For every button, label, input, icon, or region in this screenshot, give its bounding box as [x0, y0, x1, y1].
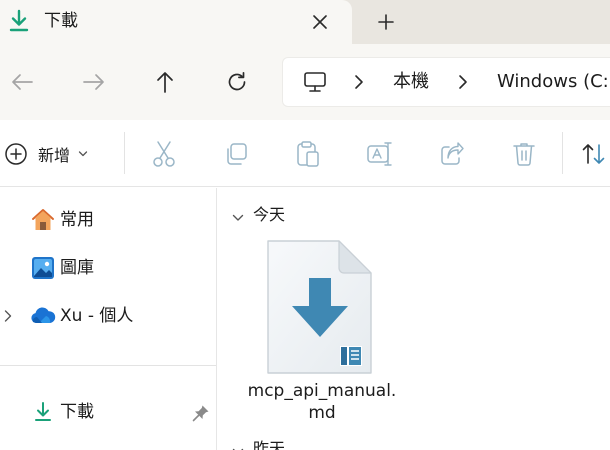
sidebar-item-downloads[interactable]: 下載	[0, 394, 216, 430]
home-icon	[30, 207, 56, 233]
tab-bar: 下載	[0, 0, 610, 44]
command-bar: 新增	[0, 120, 610, 187]
tab-title: 下載	[44, 11, 78, 31]
sidebar-item-label: Xu - 個人	[60, 306, 134, 326]
toolbar-divider	[562, 132, 563, 174]
pin-icon[interactable]	[192, 404, 210, 422]
file-name: mcp_api_manual.md	[247, 381, 397, 423]
onedrive-cloud-icon	[30, 303, 56, 329]
new-button-label: 新增	[38, 146, 71, 165]
rename-icon[interactable]	[365, 139, 395, 169]
chevron-right-icon[interactable]	[2, 308, 14, 324]
navigation-bar: 本機 Windows (C:	[0, 44, 610, 120]
address-bar[interactable]: 本機 Windows (C:	[282, 57, 610, 107]
chevron-down-icon[interactable]	[231, 443, 245, 450]
refresh-button[interactable]	[221, 66, 253, 98]
download-icon	[30, 399, 56, 425]
computer-icon[interactable]	[303, 71, 327, 93]
gallery-icon	[30, 255, 56, 281]
navigation-pane: 常用 圖庫 Xu - 個人 下載	[0, 188, 216, 450]
sidebar-item-label: 圖庫	[60, 258, 94, 278]
file-view: 今天 mcp_api_manual.md 昨天	[217, 188, 610, 450]
group-label: 今天	[253, 205, 286, 224]
up-button[interactable]	[149, 66, 181, 98]
delete-icon[interactable]	[509, 139, 539, 169]
plus-icon	[378, 14, 394, 30]
download-icon	[8, 9, 30, 33]
share-icon[interactable]	[437, 139, 467, 169]
sidebar-item-home[interactable]: 常用	[0, 202, 216, 238]
sidebar-item-gallery[interactable]: 圖庫	[0, 250, 216, 286]
breadcrumb-windows-c[interactable]: Windows (C:	[497, 70, 609, 94]
new-tab-button[interactable]	[372, 8, 400, 36]
close-icon[interactable]	[306, 8, 334, 36]
chevron-down-icon[interactable]	[231, 209, 245, 221]
cut-icon[interactable]	[149, 139, 179, 169]
sidebar-item-label: 常用	[60, 210, 94, 230]
file-item[interactable]: mcp_api_manual.md	[247, 232, 397, 432]
toolbar-divider	[124, 132, 125, 174]
refresh-icon	[228, 71, 246, 91]
markdown-file-icon	[265, 238, 375, 376]
breadcrumb-this-pc[interactable]: 本機	[393, 70, 429, 94]
group-label: 昨天	[253, 439, 286, 450]
sort-icon[interactable]	[582, 139, 610, 169]
sidebar-divider	[0, 365, 216, 366]
tab-downloads[interactable]: 下載	[0, 0, 352, 44]
forward-button[interactable]	[78, 66, 110, 98]
arrow-right-icon	[83, 74, 104, 90]
plus-circle-icon	[5, 143, 27, 165]
copy-icon[interactable]	[221, 139, 251, 169]
back-button[interactable]	[6, 66, 38, 98]
chevron-right-icon[interactable]	[457, 74, 469, 90]
sidebar-item-onedrive[interactable]: Xu - 個人	[0, 298, 216, 334]
sidebar-item-label: 下載	[60, 402, 94, 422]
chevron-right-icon[interactable]	[353, 74, 365, 90]
arrow-up-icon	[157, 72, 173, 93]
chevron-down-icon	[78, 151, 88, 157]
arrow-left-icon	[12, 74, 33, 90]
new-button[interactable]: 新增	[4, 138, 108, 170]
paste-icon[interactable]	[293, 139, 323, 169]
